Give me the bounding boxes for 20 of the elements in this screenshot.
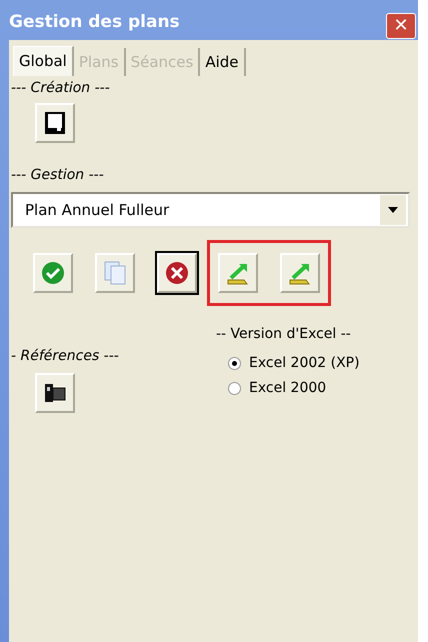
dropdown-value: Plan Annuel Fulleur (25, 200, 170, 221)
window-title: Gestion des plans (9, 11, 180, 34)
section-label: --- Gestion --- (11, 166, 105, 185)
document-icon (44, 111, 66, 135)
section-label: -- Version d'Excel -- (216, 325, 352, 344)
radio-button[interactable] (228, 357, 241, 370)
toolbar-button[interactable] (35, 373, 75, 413)
section-label: --- Création --- (11, 79, 111, 98)
copy-icon (103, 260, 127, 286)
section-label: - Références --- (11, 347, 120, 366)
radio-label: Excel 2000 (249, 379, 326, 398)
tab[interactable]: Global (13, 46, 74, 76)
radio-label: Excel 2002 (XP) (249, 354, 360, 373)
radio-button[interactable] (228, 382, 241, 395)
close-button[interactable]: ✕ (386, 13, 416, 39)
plan-dropdown[interactable]: Plan Annuel Fulleur (11, 192, 410, 228)
checkmark-icon (41, 261, 65, 285)
toolbar-button[interactable] (35, 103, 75, 143)
delete-icon (165, 261, 189, 285)
toolbar-button[interactable] (157, 253, 197, 293)
